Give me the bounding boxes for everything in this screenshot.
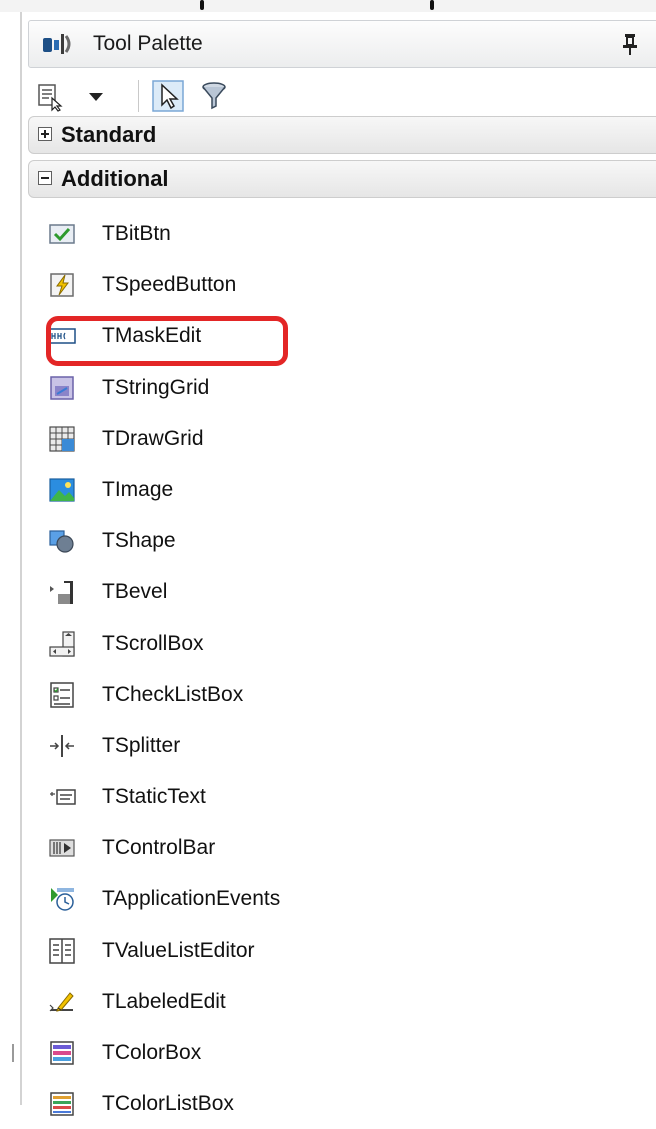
component-label: TDrawGrid — [102, 426, 204, 450]
pointer-icon[interactable] — [152, 80, 184, 112]
component-tlabelededit[interactable]: TLabeledEdit — [22, 976, 656, 1027]
component-tdrawgrid[interactable]: TDrawGrid — [22, 413, 656, 464]
category-label: Standard — [61, 122, 157, 147]
tool-palette-panel: Tool Palette Standard Additional TBitBtn… — [20, 12, 656, 1116]
component-tstringgrid[interactable]: TStringGrid — [22, 362, 656, 413]
dropdown-arrow-icon[interactable] — [80, 80, 112, 112]
top-edge-strip — [0, 0, 656, 12]
valuelisteditor-icon — [48, 937, 76, 965]
statictext-icon — [48, 783, 76, 811]
drawgrid-icon — [48, 425, 76, 453]
component-tstatictext[interactable]: TStaticText — [22, 771, 656, 822]
category-label: Additional — [61, 166, 169, 191]
colorlistbox-icon — [48, 1090, 76, 1118]
expand-plus-icon[interactable] — [38, 127, 52, 141]
component-tscrollbox[interactable]: TScrollBox — [22, 618, 656, 669]
component-timage[interactable]: TImage — [22, 464, 656, 515]
component-label: TBitBtn — [102, 222, 171, 245]
shape-icon — [48, 527, 76, 555]
top-edge-mark — [200, 0, 204, 10]
component-label: TValueListEditor — [102, 938, 255, 962]
categories-icon[interactable] — [34, 80, 66, 112]
panel-title: Tool Palette — [93, 32, 203, 55]
applicationevents-icon — [48, 885, 76, 913]
filter-icon[interactable] — [198, 80, 230, 112]
bevel-icon — [48, 578, 76, 606]
component-label: TSpeedButton — [102, 273, 237, 297]
component-list: TBitBtn TSpeedButton TMaskEdit TStringGr… — [22, 208, 656, 1129]
maskedit-icon — [48, 322, 76, 350]
scrollbox-icon — [48, 630, 76, 658]
component-tapplicationevents[interactable]: TApplicationEvents — [22, 873, 656, 924]
controlbar-icon — [48, 834, 76, 862]
component-label: TColorListBox — [102, 1092, 234, 1116]
component-label: TStringGrid — [102, 375, 210, 399]
colorbox-icon — [48, 1039, 76, 1067]
component-label: TStaticText — [102, 785, 206, 809]
palette-toolbar — [28, 74, 656, 118]
stringgrid-icon — [48, 374, 76, 402]
component-label: TColorBox — [102, 1041, 202, 1064]
component-tbitbtn[interactable]: TBitBtn — [22, 208, 656, 259]
component-label: TControlBar — [102, 836, 216, 860]
component-label: TScrollBox — [102, 631, 204, 655]
component-label: TLabeledEdit — [102, 989, 226, 1013]
title-bar: Tool Palette — [28, 20, 656, 68]
component-label: TImage — [102, 477, 174, 501]
component-tcolorlistbox[interactable]: TColorListBox — [22, 1078, 656, 1129]
component-label: TSplitter — [102, 733, 181, 757]
collapse-minus-icon[interactable] — [38, 171, 52, 185]
pin-icon[interactable] — [621, 32, 639, 56]
category-additional[interactable]: Additional — [28, 160, 656, 198]
left-edge-notch — [12, 1044, 14, 1062]
component-tsplitter[interactable]: TSplitter — [22, 720, 656, 771]
toolbar-separator — [138, 80, 139, 112]
component-tspeedbutton[interactable]: TSpeedButton — [22, 259, 656, 310]
category-standard[interactable]: Standard — [28, 116, 656, 154]
component-tvaluelisteditor[interactable]: TValueListEditor — [22, 925, 656, 976]
component-tbevel[interactable]: TBevel — [22, 566, 656, 617]
checklistbox-icon — [48, 681, 76, 709]
splitter-icon — [48, 732, 76, 760]
component-label: TCheckListBox — [102, 682, 244, 706]
component-tcolorbox[interactable]: TColorBox — [22, 1027, 656, 1078]
speedbutton-icon — [48, 271, 76, 299]
component-tmaskedit[interactable]: TMaskEdit — [22, 310, 656, 361]
top-edge-mark — [430, 0, 434, 10]
bitbtn-icon — [48, 220, 76, 248]
component-tchecklistbox[interactable]: TCheckListBox — [22, 669, 656, 720]
component-label: TShape — [102, 529, 176, 553]
component-tshape[interactable]: TShape — [22, 515, 656, 566]
component-label: TBevel — [102, 580, 168, 604]
component-tcontrolbar[interactable]: TControlBar — [22, 822, 656, 873]
component-label: TApplicationEvents — [102, 887, 281, 911]
image-icon — [48, 476, 76, 504]
component-label: TMaskEdit — [102, 324, 202, 348]
tool-palette-icon — [41, 32, 77, 56]
labelededit-icon — [48, 988, 76, 1016]
